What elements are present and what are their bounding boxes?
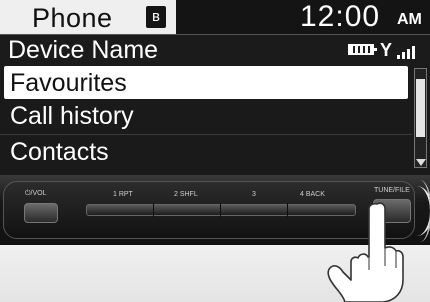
preset-button-3[interactable]: 3 (252, 191, 256, 199)
scroll-down-arrow-icon[interactable] (416, 159, 426, 166)
menu-item-favourites[interactable]: Favourites (4, 66, 408, 99)
menu-item-call-history[interactable]: Call history (0, 99, 412, 134)
clock-time: 12:00 (300, 0, 381, 33)
device-name: Device Name (8, 36, 159, 64)
signal-icon (395, 41, 425, 59)
menu-item-contacts[interactable]: Contacts (0, 134, 412, 169)
device-name-row: Device Name Y (0, 34, 430, 65)
rotate-arc-outer-icon (408, 180, 430, 242)
preset-divider (220, 203, 221, 217)
preset-button-1[interactable]: 1 RPT (113, 191, 133, 199)
scrollbar[interactable] (414, 68, 427, 168)
pointing-finger-icon (327, 202, 404, 302)
preset-divider (287, 203, 288, 217)
screen-title: Phone (32, 3, 113, 33)
phone-menu-list: Favourites Call history Contacts (0, 64, 412, 169)
bluetooth-icon: ʙ (146, 6, 166, 28)
vol-label: ⏻/VOL (25, 190, 47, 197)
preset-divider (153, 203, 154, 217)
scroll-thumb[interactable] (416, 79, 425, 137)
preset-button-4[interactable]: 4 BACK (300, 191, 325, 199)
battery-icon (348, 44, 377, 55)
preset-button-2[interactable]: 2 SHFL (174, 191, 198, 199)
clock-ampm: AM (397, 11, 422, 28)
display-screen: Phone ʙ 12:00 AM Device Name Y Favourite… (0, 0, 430, 175)
preset-button-bar (86, 204, 356, 216)
status-bar: Phone ʙ 12:00 AM (0, 0, 430, 34)
power-volume-knob[interactable] (24, 203, 58, 223)
signal-label: Y (380, 40, 393, 60)
